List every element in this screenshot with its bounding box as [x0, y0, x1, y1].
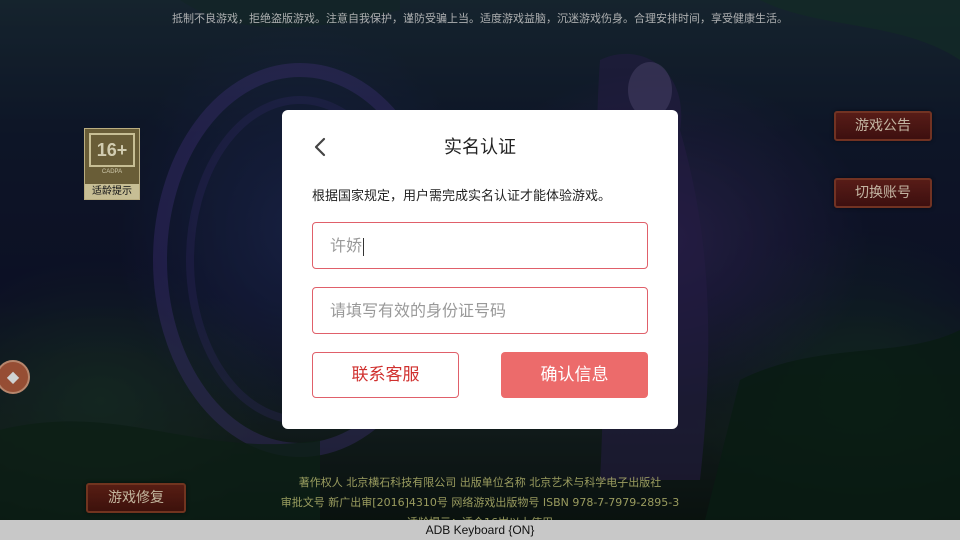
age-rating-tip: 适龄提示 — [85, 184, 139, 199]
text-caret — [363, 237, 365, 256]
approval-line: 审批文号 新广出审[2016]4310号 网络游戏出版物号 ISBN 978-7… — [280, 496, 680, 509]
id-number-input[interactable] — [312, 287, 648, 334]
age-rating-badge[interactable]: 16+ CADPA 适龄提示 — [84, 128, 140, 200]
switch-account-button[interactable]: 切换账号 — [834, 178, 932, 208]
confirm-info-button[interactable]: 确认信息 — [501, 352, 648, 398]
game-notice-button[interactable]: 游戏公告 — [834, 111, 932, 141]
dialog-title: 实名认证 — [444, 137, 516, 158]
real-name-dialog: 实名认证 根据国家规定，用户需完成实名认证才能体验游戏。 许娇 联系客服 确认信… — [282, 110, 678, 429]
contact-service-button[interactable]: 联系客服 — [312, 352, 459, 398]
age-rating-value: 16+ — [89, 133, 135, 167]
name-input[interactable]: 许娇 — [312, 222, 648, 269]
copyright-line: 著作权人 北京横石科技有限公司 出版单位名称 北京艺术与科学电子出版社 — [298, 476, 662, 489]
health-notice: 抵制不良游戏，拒绝盗版游戏。注意自我保护，谨防受骗上当。适度游戏益脑，沉迷游戏伤… — [172, 12, 788, 25]
dialog-description: 根据国家规定，用户需完成实名认证才能体验游戏。 — [312, 189, 612, 204]
keyboard-status-bar: ADB Keyboard {ON} — [0, 520, 960, 540]
name-input-value: 许娇 — [330, 236, 363, 255]
age-rating-org: CADPA — [101, 169, 123, 175]
